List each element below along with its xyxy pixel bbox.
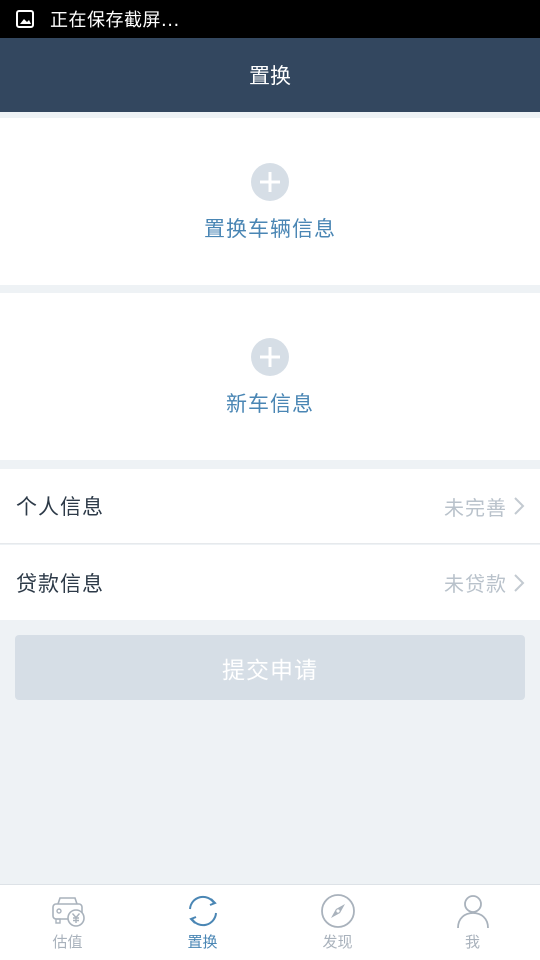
- tab-exchange-label: 置换: [187, 933, 218, 951]
- loan-info-status: 未贷款: [444, 572, 507, 596]
- user-icon: [456, 895, 489, 929]
- add-new-car-icon[interactable]: [251, 338, 289, 376]
- nav-header: 置换: [0, 38, 540, 112]
- status-bar: 正在保存截屏...: [0, 0, 540, 38]
- loan-info-row[interactable]: 贷款信息 未贷款: [0, 545, 540, 620]
- bottom-tab-bar: 估值 置换 发现 我: [0, 884, 540, 960]
- loan-info-label: 贷款信息: [16, 571, 104, 596]
- chevron-right-icon: [514, 497, 525, 515]
- exchange-vehicle-card[interactable]: 置换车辆信息: [0, 118, 540, 285]
- exchange-vehicle-label[interactable]: 置换车辆信息: [204, 213, 336, 243]
- tab-exchange[interactable]: 置换: [135, 885, 270, 960]
- tab-valuation-label: 估值: [52, 933, 83, 951]
- new-car-card[interactable]: 新车信息: [0, 293, 540, 460]
- exchange-icon: [188, 895, 217, 927]
- personal-info-label: 个人信息: [16, 495, 104, 519]
- tab-valuation[interactable]: 估值: [0, 885, 135, 960]
- new-car-label[interactable]: 新车信息: [226, 388, 314, 418]
- tab-discover[interactable]: 发现: [270, 885, 405, 960]
- car-valuation-icon: [51, 897, 85, 927]
- personal-info-status: 未完善: [444, 495, 507, 520]
- page-title: 置换: [249, 64, 291, 88]
- add-exchange-vehicle-icon[interactable]: [251, 163, 289, 201]
- personal-info-row[interactable]: 个人信息 未完善: [0, 469, 540, 544]
- status-text: 正在保存截屏...: [50, 10, 180, 31]
- submit-label: 提交申请: [222, 657, 318, 684]
- image-notification-icon: [16, 10, 34, 28]
- tab-me[interactable]: 我: [405, 885, 540, 960]
- submit-application-button[interactable]: 提交申请: [15, 635, 525, 700]
- tab-me-label: 我: [464, 933, 480, 951]
- chevron-right-icon: [514, 573, 525, 592]
- compass-icon: [320, 894, 355, 928]
- tab-discover-label: 发现: [322, 933, 353, 951]
